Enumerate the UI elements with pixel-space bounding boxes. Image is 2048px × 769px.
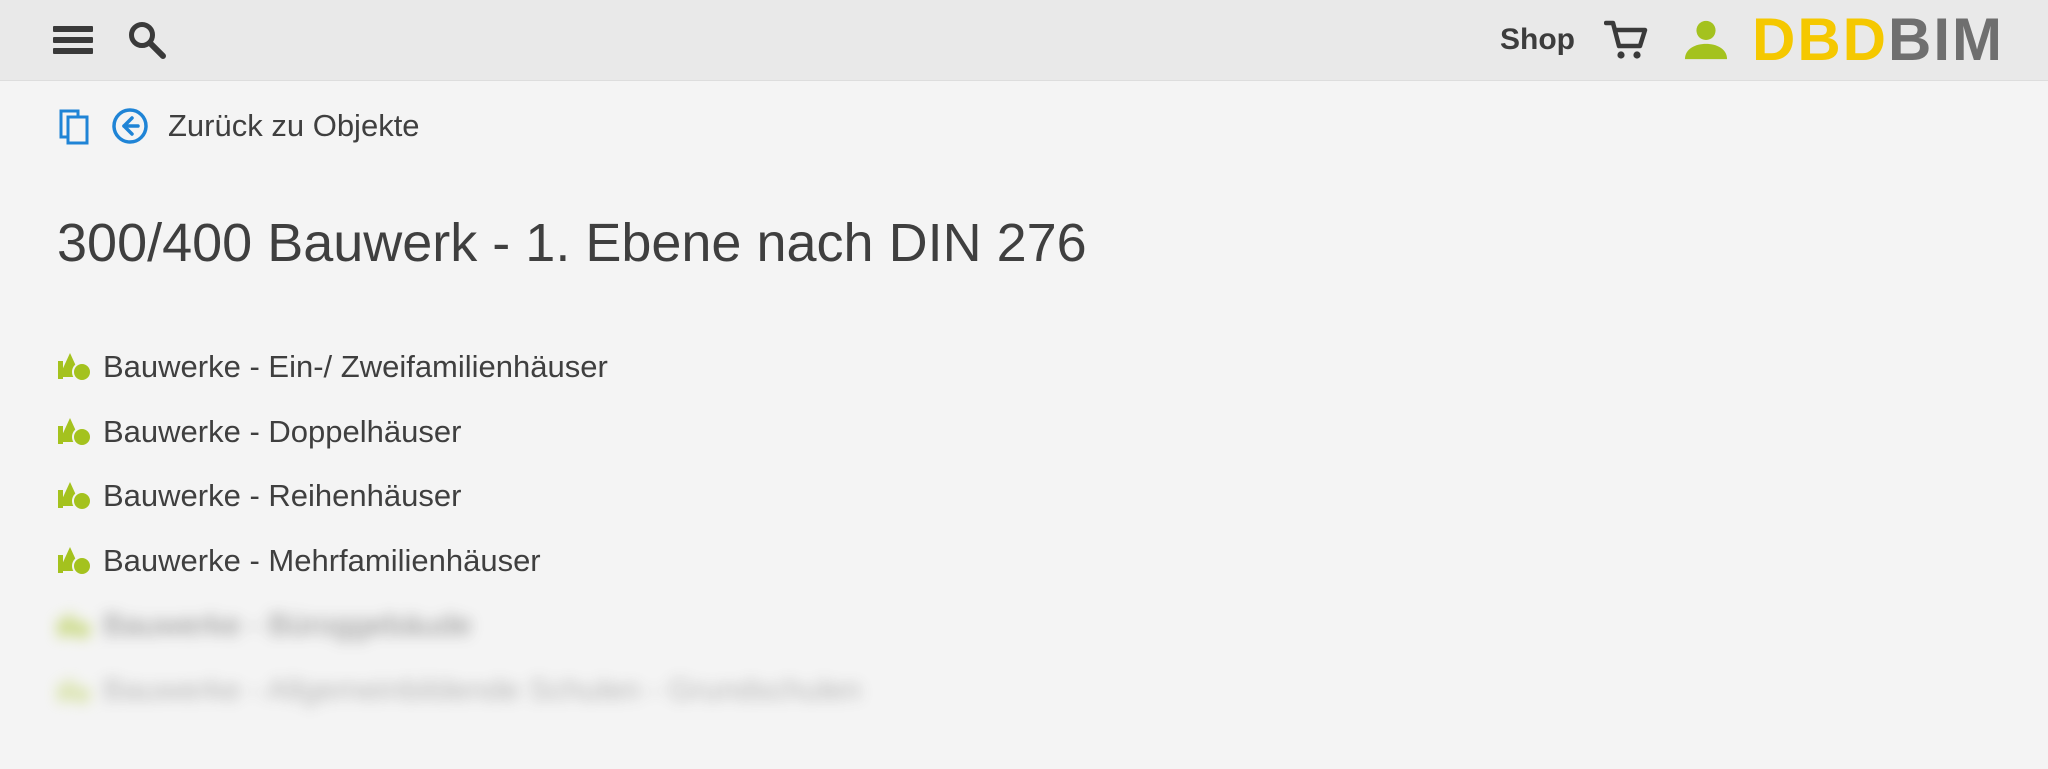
back-to-objects-link[interactable]: Zurück zu Objekte bbox=[168, 108, 420, 144]
list-item[interactable]: Bauwerke - Büroggebäude bbox=[57, 593, 861, 658]
list-item[interactable]: Bauwerke - Reihenhäuser bbox=[57, 464, 861, 529]
search-icon bbox=[129, 22, 166, 59]
menu-button[interactable] bbox=[51, 18, 95, 62]
list-item-label: Bauwerke - Mehrfamilienhäuser bbox=[103, 542, 541, 578]
search-button[interactable] bbox=[125, 18, 169, 62]
back-button[interactable] bbox=[110, 104, 150, 148]
list-item-label: Bauwerke - Doppelhäuser bbox=[103, 413, 462, 449]
shapes-icon bbox=[57, 478, 93, 514]
cart-button[interactable] bbox=[1604, 18, 1648, 62]
user-icon bbox=[1684, 20, 1728, 60]
cart-icon bbox=[1604, 20, 1648, 59]
list-item[interactable]: Bauwerke - Allgemeinbildende Schulen - G… bbox=[57, 658, 861, 723]
list-item-label: Bauwerke - Büroggebäude bbox=[103, 607, 472, 643]
list-item-label: Bauwerke - Ein-/ Zweifamilienhäuser bbox=[103, 349, 608, 385]
menu-icon bbox=[53, 26, 93, 54]
shapes-icon bbox=[57, 672, 93, 708]
shop-link[interactable]: Shop bbox=[1500, 20, 1575, 60]
copy-icon bbox=[59, 109, 89, 145]
sub-navigation: Zurück zu Objekte bbox=[56, 102, 420, 150]
top-bar: Shop DBDBIM bbox=[0, 0, 2048, 81]
object-list: Bauwerke - Ein-/ Zweifamilienhäuser Bauw… bbox=[57, 335, 861, 722]
shapes-icon bbox=[57, 414, 93, 450]
copy-button[interactable] bbox=[56, 104, 92, 148]
logo-part-bim: BIM bbox=[1888, 6, 2004, 73]
list-item-label: Bauwerke - Allgemeinbildende Schulen - G… bbox=[103, 671, 862, 707]
shapes-icon bbox=[57, 607, 93, 643]
list-item-label: Bauwerke - Reihenhäuser bbox=[103, 478, 462, 514]
list-item[interactable]: Bauwerke - Mehrfamilienhäuser bbox=[57, 529, 861, 594]
dbdbim-logo[interactable]: DBDBIM bbox=[1752, 8, 2004, 72]
logo-part-dbd: DBD bbox=[1752, 6, 1888, 73]
arrow-left-circle-icon bbox=[112, 108, 148, 144]
page-title: 300/400 Bauwerk - 1. Ebene nach DIN 276 bbox=[57, 213, 1087, 273]
list-item[interactable]: Bauwerke - Doppelhäuser bbox=[57, 400, 861, 465]
shapes-icon bbox=[57, 349, 93, 385]
list-item[interactable]: Bauwerke - Ein-/ Zweifamilienhäuser bbox=[57, 335, 861, 400]
shapes-icon bbox=[57, 543, 93, 579]
user-button[interactable] bbox=[1684, 18, 1728, 62]
